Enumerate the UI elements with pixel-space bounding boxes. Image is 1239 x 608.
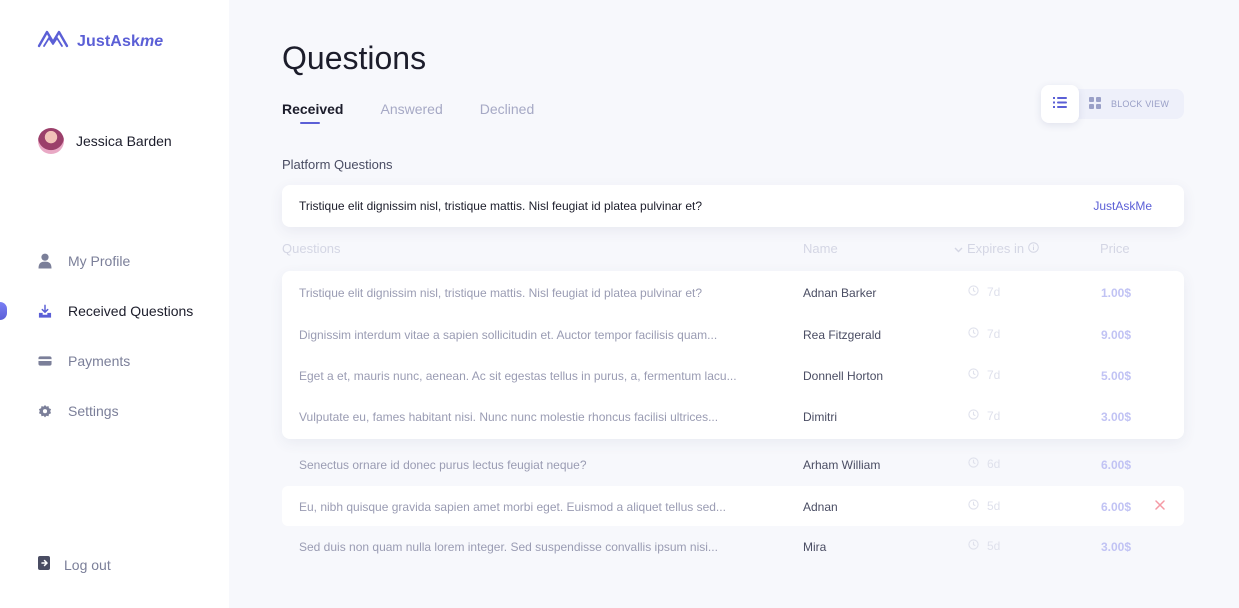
platform-question-source[interactable]: JustAskMe — [1093, 199, 1152, 213]
clock-icon — [968, 368, 979, 382]
sidebar-item-label: Settings — [68, 403, 119, 419]
tab-answered[interactable]: Answered — [380, 101, 442, 117]
logo-mark-icon — [37, 28, 71, 55]
close-icon — [1155, 497, 1165, 513]
column-header-questions: Questions — [282, 241, 341, 256]
table-row[interactable]: Dignissim interdum vitae a sapien sollic… — [282, 314, 1184, 354]
platform-question-card[interactable]: Tristique elit dignissim nisl, tristique… — [282, 185, 1184, 227]
sidebar-item-label: My Profile — [68, 253, 131, 269]
column-header-name: Name — [803, 241, 838, 256]
sidebar: JustAskme Jessica Barden My Profile Rece… — [0, 0, 229, 608]
row-expires: 5d — [968, 499, 1000, 513]
decline-button[interactable] — [1155, 497, 1165, 513]
row-name: Dimitri — [803, 410, 837, 424]
user-icon — [38, 253, 52, 269]
row-price: 6.00$ — [1101, 458, 1132, 472]
row-question: Eget a et, mauris nunc, aenean. Ac sit e… — [299, 369, 737, 383]
tab-received[interactable]: Received — [282, 101, 343, 124]
row-price: 3.00$ — [1101, 540, 1132, 554]
clock-icon — [968, 285, 979, 299]
table-row[interactable]: Eu, nibh quisque gravida sapien amet mor… — [282, 486, 1184, 526]
active-indicator — [0, 302, 7, 320]
row-expires: 7d — [968, 327, 1000, 341]
row-question: Sed duis non quam nulla lorem integer. S… — [299, 540, 718, 554]
table-row[interactable]: Senectus ornare id donec purus lectus fe… — [282, 444, 1184, 484]
row-expires: 7d — [968, 409, 1000, 423]
sidebar-item-received-questions[interactable]: Received Questions — [0, 286, 229, 336]
table-row[interactable]: Eget a et, mauris nunc, aenean. Ac sit e… — [282, 355, 1184, 395]
clock-icon — [968, 499, 979, 513]
sidebar-item-label: Received Questions — [68, 303, 194, 319]
list-icon — [1053, 95, 1067, 113]
user-profile[interactable]: Jessica Barden — [38, 128, 172, 154]
credit-card-icon — [38, 354, 52, 368]
clock-icon — [968, 539, 979, 553]
table-row[interactable]: Sed duis non quam nulla lorem integer. S… — [282, 526, 1184, 566]
row-question: Senectus ornare id donec purus lectus fe… — [299, 458, 587, 472]
logo-text: JustAskme — [77, 32, 164, 50]
row-name: Adnan Barker — [803, 286, 877, 300]
row-price: 6.00$ — [1101, 500, 1132, 514]
row-name: Adnan — [803, 500, 838, 514]
sidebar-nav: My Profile Received Questions Payments S… — [0, 236, 229, 436]
gear-icon — [38, 404, 52, 418]
platform-question-text: Tristique elit dignissim nisl, tristique… — [299, 199, 703, 213]
block-view-button[interactable]: BLOCK VIEW — [1089, 89, 1169, 119]
row-question: Tristique elit dignissim nisl, tristique… — [299, 286, 703, 300]
row-name: Arham William — [803, 458, 881, 472]
view-toggle: BLOCK VIEW — [1041, 85, 1184, 123]
sidebar-item-payments[interactable]: Payments — [0, 336, 229, 386]
clock-icon — [968, 327, 979, 341]
row-question: Dignissim interdum vitae a sapien sollic… — [299, 328, 718, 342]
row-question: Eu, nibh quisque gravida sapien amet mor… — [299, 500, 726, 514]
logo[interactable]: JustAskme — [37, 28, 163, 55]
row-price: 1.00$ — [1101, 286, 1132, 300]
question-card-group: Tristique elit dignissim nisl, tristique… — [282, 271, 1184, 439]
block-view-label: BLOCK VIEW — [1111, 99, 1170, 109]
table-row[interactable]: Vulputate eu, fames habitant nisi. Nunc … — [282, 396, 1184, 436]
row-expires: 7d — [968, 368, 1000, 382]
page-title: Questions — [282, 40, 427, 76]
clock-icon — [968, 457, 979, 471]
table-row[interactable]: Tristique elit dignissim nisl, tristique… — [282, 272, 1184, 312]
logout-icon — [38, 556, 50, 573]
sidebar-item-my-profile[interactable]: My Profile — [0, 236, 229, 286]
row-price: 9.00$ — [1101, 328, 1132, 342]
clock-icon — [968, 409, 979, 423]
column-header-label: Expires in — [967, 241, 1025, 256]
row-expires: 6d — [968, 457, 1000, 471]
main-content: Questions Received Answered Declined BLO… — [229, 0, 1239, 608]
platform-questions-label: Platform Questions — [282, 157, 393, 172]
row-expires: 5d — [968, 539, 1000, 553]
sidebar-item-label: Payments — [68, 353, 131, 369]
column-header-expires[interactable]: Expires in — [954, 241, 1039, 256]
grid-icon — [1089, 97, 1101, 111]
user-name: Jessica Barden — [76, 133, 172, 149]
row-name: Mira — [803, 540, 827, 554]
row-name: Donnell Horton — [803, 369, 884, 383]
column-header-price: Price — [1100, 241, 1130, 256]
table-header: Questions Name Expires in Price — [282, 241, 1184, 259]
list-view-button[interactable] — [1041, 85, 1079, 123]
row-question: Vulputate eu, fames habitant nisi. Nunc … — [299, 410, 719, 424]
avatar — [38, 128, 64, 154]
row-price: 3.00$ — [1101, 410, 1132, 424]
logout-label: Log out — [64, 556, 111, 573]
inbox-download-icon — [38, 304, 52, 318]
app: JustAskme Jessica Barden My Profile Rece… — [0, 0, 1239, 608]
row-expires: 7d — [968, 285, 1000, 299]
row-name: Rea Fitzgerald — [803, 328, 882, 342]
sidebar-item-settings[interactable]: Settings — [0, 386, 229, 436]
chevron-down-icon — [954, 241, 963, 256]
tab-declined[interactable]: Declined — [480, 101, 534, 117]
row-price: 5.00$ — [1101, 369, 1132, 383]
tabs: Received Answered Declined — [282, 101, 534, 124]
logout-button[interactable]: Log out — [38, 556, 111, 573]
info-icon[interactable] — [1028, 241, 1039, 256]
